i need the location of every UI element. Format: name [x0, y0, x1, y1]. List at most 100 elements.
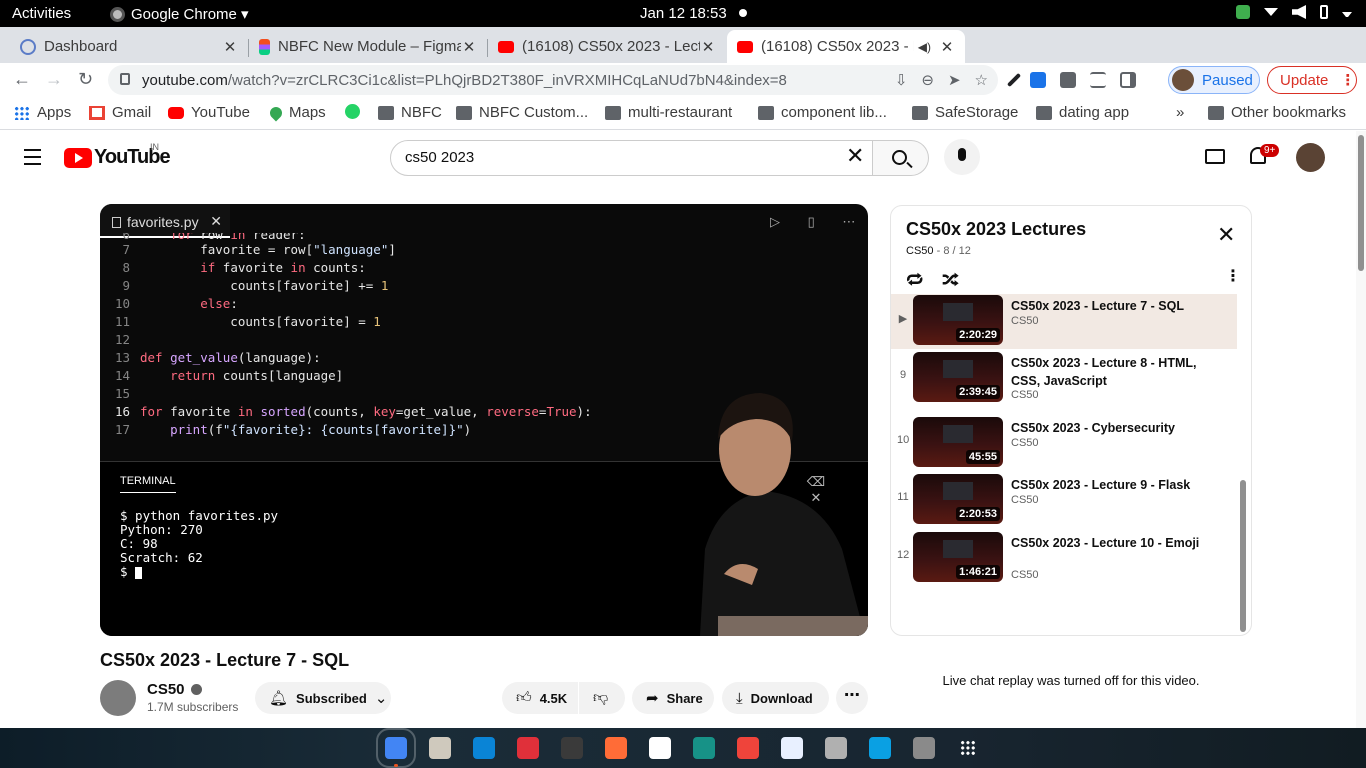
puzzle-extensions-icon[interactable] [1060, 72, 1076, 88]
text-editor-icon[interactable] [649, 737, 671, 759]
anydesk-icon[interactable] [737, 737, 759, 759]
bookmark-maps[interactable]: Maps [267, 104, 326, 121]
activities-button[interactable]: Activities [12, 5, 71, 22]
app-store-icon[interactable] [781, 737, 803, 759]
clock[interactable]: Jan 12 18:53 [640, 5, 727, 22]
update-button[interactable]: Update ⋮ [1267, 66, 1357, 94]
page-scrollbar[interactable] [1356, 131, 1366, 728]
bookmark-folder-multi-restaurant[interactable]: multi-restaurant [605, 104, 732, 121]
address-bar[interactable]: youtube.com/watch?v=zrCLRC3Ci1c&list=PLh… [108, 65, 998, 95]
playlist-item-title[interactable]: CS50x 2023 - Lecture 10 - Emoji [1011, 534, 1201, 552]
screen-recorder-icon[interactable] [517, 737, 539, 759]
loop-playlist-icon[interactable]: 🔁︎ [906, 266, 923, 292]
close-tab-icon[interactable]: ✕ [700, 38, 716, 56]
folder-icon [1036, 105, 1052, 120]
page-scrollbar-thumb[interactable] [1358, 135, 1364, 271]
code-line: 8 if favorite in counts: [100, 259, 868, 277]
bookmark-folder-other[interactable]: Other bookmarks [1208, 104, 1346, 121]
video-thumbnail[interactable]: 1:46:21 [913, 532, 1003, 582]
chrome-menu-icon[interactable]: ⋮ [1340, 71, 1355, 89]
download-button[interactable]: ⤓ Download [722, 682, 829, 714]
bookmark-folder-component-lib[interactable]: component lib... [758, 104, 887, 121]
bookmark-folder-dating-app[interactable]: dating app [1036, 104, 1129, 121]
playlist-item-current[interactable]: ▶ 2:20:29 CS50x 2023 - Lecture 7 - SQL CS50 [891, 294, 1237, 349]
create-video-icon[interactable] [1205, 149, 1225, 164]
forward-arrow-icon[interactable]: → [45, 69, 63, 90]
shuffle-playlist-icon[interactable]: 🔀︎ [942, 266, 959, 292]
install-app-icon[interactable]: ⇩ [895, 71, 908, 89]
playlist-item[interactable]: 10 45:55 CS50x 2023 - Cybersecurity CS50 [891, 414, 1237, 471]
hamburger-menu-icon[interactable] [24, 149, 41, 170]
close-tab-icon[interactable]: ✕ [222, 38, 238, 56]
playlist-item[interactable]: 12 1:46:21 CS50x 2023 - Lecture 10 - Emoji… [891, 529, 1237, 586]
vscode-icon[interactable] [473, 737, 495, 759]
zoom-icon[interactable]: ⊖ [921, 71, 934, 89]
profile-button[interactable]: Paused [1168, 66, 1260, 94]
playlist-item[interactable]: 9 2:39:45 CS50x 2023 - Lecture 8 - HTML, C… [891, 349, 1237, 406]
database-icon[interactable] [825, 737, 847, 759]
bookmarks-overflow-button[interactable]: » [1176, 104, 1184, 121]
voice-search-button[interactable] [944, 139, 980, 175]
tab-youtube-active[interactable]: (16108) CS50x 2023 - Le ◀) ✕ [727, 30, 965, 63]
send-to-device-icon[interactable]: ➤ [948, 71, 961, 89]
side-panel-icon[interactable] [1120, 72, 1136, 88]
media-queue-icon[interactable] [1090, 72, 1106, 88]
trash-icon[interactable] [913, 737, 935, 759]
bookmark-folder-nbfc-custom[interactable]: NBFC Custom... [456, 104, 588, 121]
more-actions-button[interactable]: ⋯ [836, 682, 868, 714]
playlist-menu-icon[interactable]: ⋮ [1225, 266, 1241, 286]
playlist-item-title[interactable]: CS50x 2023 - Lecture 8 - HTML, CSS, Java… [1011, 354, 1201, 390]
video-player[interactable]: favorites.py ✕ ▷ ▯ ⋯ 6 for row in reader… [100, 204, 868, 636]
subscribed-button[interactable]: 🔔︎ Subscribed ⌄ [255, 682, 391, 714]
bookmark-gmail[interactable]: Gmail [89, 104, 151, 121]
bookmark-apps[interactable]: Apps [14, 104, 71, 121]
close-tab-icon[interactable]: ✕ [939, 38, 955, 56]
tab-audio-icon[interactable]: ◀) [918, 40, 931, 54]
bookmark-folder-nbfc[interactable]: NBFC [378, 104, 442, 121]
playlist-item-title[interactable]: CS50x 2023 - Cybersecurity [1011, 419, 1201, 437]
video-thumbnail[interactable]: 2:20:29 [913, 295, 1003, 345]
postman-icon[interactable] [605, 737, 627, 759]
bookmark-star-icon[interactable]: ☆ [975, 71, 988, 89]
playlist-item-title[interactable]: CS50x 2023 - Lecture 9 - Flask [1011, 476, 1201, 494]
channel-avatar[interactable] [100, 680, 136, 716]
lock-icon[interactable] [120, 73, 130, 85]
close-playlist-icon[interactable]: ✕ [1217, 224, 1235, 246]
back-arrow-icon[interactable]: ← [13, 69, 31, 90]
playlist-item-title[interactable]: CS50x 2023 - Lecture 7 - SQL [1011, 297, 1201, 315]
playlist-title[interactable]: CS50x 2023 Lectures [906, 219, 1086, 240]
clear-search-icon[interactable]: ✕ [846, 145, 864, 167]
skype-icon[interactable] [869, 737, 891, 759]
dislike-button[interactable]: 👎︎ [579, 682, 625, 714]
share-button[interactable]: ➦ Share [632, 682, 714, 714]
channel-name[interactable]: CS50 [147, 681, 202, 698]
gitkraken-icon[interactable] [693, 737, 715, 759]
playlist-scrollbar[interactable] [1240, 480, 1246, 632]
search-input[interactable]: cs50 2023 [390, 140, 873, 176]
pen-extension-icon[interactable] [1030, 72, 1046, 88]
like-button[interactable]: 👍︎ 4.5K [502, 682, 578, 714]
bookmark-youtube[interactable]: YouTube [168, 104, 250, 121]
video-thumbnail[interactable]: 2:20:53 [913, 474, 1003, 524]
folder-icon [605, 105, 621, 120]
system-tray[interactable] [1236, 5, 1352, 19]
video-thumbnail[interactable]: 2:39:45 [913, 352, 1003, 402]
files-icon[interactable] [429, 737, 451, 759]
close-tab-icon[interactable]: ✕ [461, 38, 477, 56]
account-avatar[interactable] [1296, 143, 1325, 172]
video-thumbnail[interactable]: 45:55 [913, 417, 1003, 467]
bookmark-folder-safestorage[interactable]: SafeStorage [912, 104, 1018, 121]
tab-youtube-lecture[interactable]: (16108) CS50x 2023 - Lecture ✕ [488, 30, 726, 63]
terminal-icon[interactable] [561, 737, 583, 759]
search-button[interactable] [873, 140, 929, 176]
show-applications-icon[interactable] [960, 740, 976, 756]
tab-dashboard[interactable]: Dashboard ✕ [10, 30, 248, 63]
bookmark-whatsapp[interactable] [345, 104, 360, 119]
app-menu[interactable]: Google Chrome ▾ [110, 5, 249, 23]
color-picker-extension-icon[interactable] [1006, 72, 1022, 88]
tab-figma[interactable]: NBFC New Module – Figma ✕ [249, 30, 487, 63]
playlist-item[interactable]: 11 2:20:53 CS50x 2023 - Lecture 9 - Flask C… [891, 471, 1237, 528]
reload-icon[interactable]: ↻ [78, 69, 93, 90]
youtube-logo[interactable]: YouTube IN [64, 142, 171, 169]
chrome-icon[interactable] [376, 728, 416, 768]
